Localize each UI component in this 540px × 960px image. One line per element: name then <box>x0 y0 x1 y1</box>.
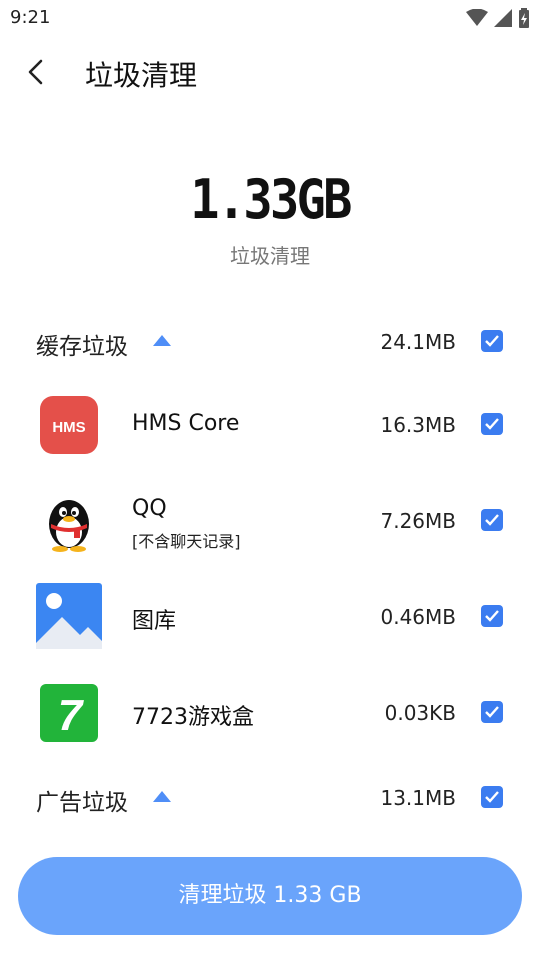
page-title: 垃圾清理 <box>85 59 198 92</box>
check-icon <box>485 791 499 803</box>
status-time: 9:21 <box>10 7 51 28</box>
app-size: 0.46MB <box>380 605 456 629</box>
list-item[interactable]: 图库 0.46MB <box>0 582 540 652</box>
app-checkbox[interactable] <box>481 701 503 723</box>
app-checkbox[interactable] <box>481 509 503 531</box>
hms-icon-text: HMS <box>52 419 85 436</box>
group-cache[interactable]: 缓存垃圾 24.1MB <box>0 322 540 362</box>
app-bar: 垃圾清理 <box>0 44 540 100</box>
caret-up-icon[interactable] <box>153 791 171 802</box>
app-name: 7723游戏盒 <box>132 705 254 730</box>
caret-up-icon[interactable] <box>153 335 171 346</box>
qq-penguin-icon <box>36 488 102 554</box>
app-name: QQ <box>132 496 167 521</box>
battery-icon <box>519 8 529 28</box>
group-size: 24.1MB <box>380 330 456 354</box>
game-icon-text: 7 <box>58 691 85 740</box>
group-title: 广告垃圾 <box>36 790 128 816</box>
check-icon <box>485 514 499 526</box>
app-size: 0.03KB <box>384 701 456 725</box>
app-note: [不含聊天记录] <box>132 532 241 551</box>
list-item[interactable]: 7 7723游戏盒 0.03KB <box>0 678 540 748</box>
wifi-icon <box>466 9 488 26</box>
app-name: HMS Core <box>132 411 240 436</box>
status-icons <box>466 8 530 28</box>
check-icon <box>485 335 499 347</box>
gallery-icon <box>36 583 102 649</box>
group-title: 缓存垃圾 <box>36 334 128 360</box>
total-junk-size: 1.33GB <box>190 168 352 231</box>
check-icon <box>485 418 499 430</box>
list-item[interactable]: QQ [不含聊天记录] 7.26MB <box>0 486 540 556</box>
group-checkbox[interactable] <box>481 330 503 352</box>
group-size: 13.1MB <box>380 786 456 810</box>
signal-icon <box>494 9 512 27</box>
chevron-left-icon <box>28 59 43 85</box>
app-size: 16.3MB <box>380 413 456 437</box>
status-bar: 9:21 <box>0 0 540 36</box>
app-size: 7.26MB <box>380 509 456 533</box>
list-item[interactable]: HMS HMS Core 16.3MB <box>0 390 540 460</box>
game-box-icon: 7 <box>36 680 102 746</box>
hms-core-icon: HMS <box>36 392 102 458</box>
check-icon <box>485 706 499 718</box>
total-junk-label: 垃圾清理 <box>230 244 310 268</box>
group-checkbox[interactable] <box>481 786 503 808</box>
app-name: 图库 <box>132 609 177 634</box>
app-checkbox[interactable] <box>481 413 503 435</box>
clean-junk-button[interactable]: 清理垃圾 1.33 GB <box>18 857 522 935</box>
check-icon <box>485 610 499 622</box>
back-button[interactable] <box>22 56 52 88</box>
group-ads[interactable]: 广告垃圾 13.1MB <box>0 778 540 818</box>
app-checkbox[interactable] <box>481 605 503 627</box>
